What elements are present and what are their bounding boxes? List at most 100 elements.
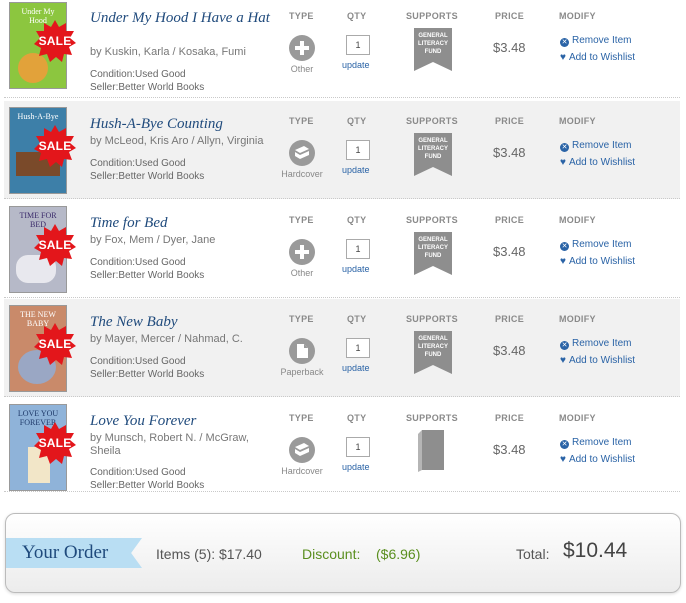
book-support-icon (418, 428, 446, 477)
item-condition: Condition:Used Good (90, 69, 186, 80)
your-order-ribbon: Your Order (6, 538, 142, 568)
modify-header: MODIFY (559, 314, 596, 324)
modify-header: MODIFY (559, 413, 596, 423)
qty-input[interactable] (346, 437, 370, 457)
add-to-wishlist-link[interactable]: ♥ Add to Wishlist (560, 256, 635, 267)
cart-row: Hush-A-Bye SALE Hush-A-Bye Counting by M… (4, 101, 680, 199)
heart-icon: ♥ (560, 256, 566, 267)
literacy-fund-badge: GENERAL LITERACY FUND (414, 331, 452, 374)
sale-label: SALE (38, 238, 72, 252)
qty-input[interactable] (346, 35, 370, 55)
heart-icon: ♥ (560, 454, 566, 465)
item-title[interactable]: Love You Forever (90, 412, 275, 430)
item-condition: Condition:Used Good (90, 158, 186, 169)
item-price: $3.48 (493, 343, 526, 358)
qty-input[interactable] (346, 338, 370, 358)
cart-row: THE NEW BABY SALE The New Baby by Mayer,… (4, 299, 680, 397)
add-to-wishlist-link[interactable]: ♥ Add to Wishlist (560, 355, 635, 366)
remove-item-link[interactable]: ✕ Remove Item (560, 140, 631, 152)
total-value: $10.44 (563, 539, 628, 562)
qty-header: QTY (347, 314, 367, 324)
item-author: by Munsch, Robert N. / McGraw, Sheila (90, 432, 249, 457)
remove-item-link[interactable]: ✕ Remove Item (560, 338, 631, 350)
book-icon (289, 140, 315, 166)
modify-header: MODIFY (559, 11, 596, 21)
item-title[interactable]: The New Baby (90, 313, 275, 331)
sale-label: SALE (38, 436, 72, 450)
item-condition: Condition:Used Good (90, 356, 186, 367)
remove-item-link[interactable]: ✕ Remove Item (560, 437, 631, 449)
remove-x-icon: ✕ (560, 440, 569, 449)
type-label: Paperback (280, 367, 324, 377)
type-header: TYPE (289, 413, 314, 423)
update-link[interactable]: update (342, 363, 370, 373)
qty-input[interactable] (346, 239, 370, 259)
heart-icon: ♥ (560, 157, 566, 168)
fund-label: GENERAL LITERACY FUND (418, 33, 448, 55)
item-price: $3.48 (493, 40, 526, 55)
remove-item-link[interactable]: ✕ Remove Item (560, 35, 631, 47)
supports-header: SUPPORTS (406, 116, 458, 126)
add-to-wishlist-link[interactable]: ♥ Add to Wishlist (560, 454, 635, 465)
update-link[interactable]: update (342, 165, 370, 175)
item-condition: Condition:Used Good (90, 467, 186, 478)
literacy-fund-badge: GENERAL LITERACY FUND (414, 133, 452, 176)
item-seller: Seller:Better World Books (90, 82, 205, 93)
type-header: TYPE (289, 11, 314, 21)
type-label: Hardcover (281, 169, 323, 179)
remove-x-icon: ✕ (560, 143, 569, 152)
items-subtotal: Items (5): $17.40 (156, 546, 262, 562)
cover-title: Hush-A-Bye (17, 112, 59, 121)
item-seller: Seller:Better World Books (90, 369, 205, 380)
plus-icon (289, 239, 315, 265)
modify-header: MODIFY (559, 116, 596, 126)
fund-label: GENERAL LITERACY FUND (418, 237, 448, 259)
sale-label: SALE (38, 337, 72, 351)
remove-item-link[interactable]: ✕ Remove Item (560, 239, 631, 251)
qty-header: QTY (347, 413, 367, 423)
item-seller: Seller:Better World Books (90, 270, 205, 281)
price-header: PRICE (495, 215, 525, 225)
item-title[interactable]: Time for Bed (90, 214, 275, 232)
total-label: Total: (516, 546, 550, 562)
heart-icon: ♥ (560, 355, 566, 366)
item-author: by Fox, Mem / Dyer, Jane (90, 234, 216, 246)
type-header: TYPE (289, 116, 314, 126)
qty-header: QTY (347, 116, 367, 126)
update-link[interactable]: update (342, 462, 370, 472)
update-link[interactable]: update (342, 60, 370, 70)
fund-label: GENERAL LITERACY FUND (418, 336, 448, 358)
discount-value: ($6.96) (376, 546, 421, 562)
type-label: Other (290, 268, 314, 278)
type-label: Hardcover (281, 466, 323, 476)
remove-x-icon: ✕ (560, 341, 569, 350)
add-to-wishlist-link[interactable]: ♥ Add to Wishlist (560, 157, 635, 168)
item-author: by Kuskin, Karla / Kosaka, Fumi (90, 46, 246, 58)
update-link[interactable]: update (342, 264, 370, 274)
order-summary: Your Order Items (5): $17.40 Discount: (… (5, 513, 681, 593)
supports-header: SUPPORTS (406, 11, 458, 21)
item-title[interactable]: Hush-A-Bye Counting (90, 115, 275, 133)
qty-input[interactable] (346, 140, 370, 160)
sale-badge: SALE (34, 422, 76, 464)
type-label: Other (290, 64, 314, 74)
cart-row: Under My Hood SALE Under My Hood I Have … (4, 0, 680, 98)
supports-header: SUPPORTS (406, 314, 458, 324)
sale-badge: SALE (34, 125, 76, 167)
item-title[interactable]: Under My Hood I Have a Hat (90, 9, 275, 27)
remove-x-icon: ✕ (560, 38, 569, 47)
qty-header: QTY (347, 215, 367, 225)
discount-label: Discount: (302, 546, 361, 562)
qty-header: QTY (347, 11, 367, 21)
your-order-label: Your Order (22, 542, 109, 563)
literacy-fund-badge: GENERAL LITERACY FUND (414, 232, 452, 275)
sale-badge: SALE (34, 323, 76, 365)
fund-label: GENERAL LITERACY FUND (418, 138, 448, 160)
price-header: PRICE (495, 11, 525, 21)
sale-label: SALE (38, 139, 72, 153)
item-author: by Mayer, Mercer / Nahmad, C. (90, 333, 243, 345)
add-to-wishlist-link[interactable]: ♥ Add to Wishlist (560, 52, 635, 63)
item-price: $3.48 (493, 145, 526, 160)
item-price: $3.48 (493, 442, 526, 457)
item-seller: Seller:Better World Books (90, 480, 205, 491)
